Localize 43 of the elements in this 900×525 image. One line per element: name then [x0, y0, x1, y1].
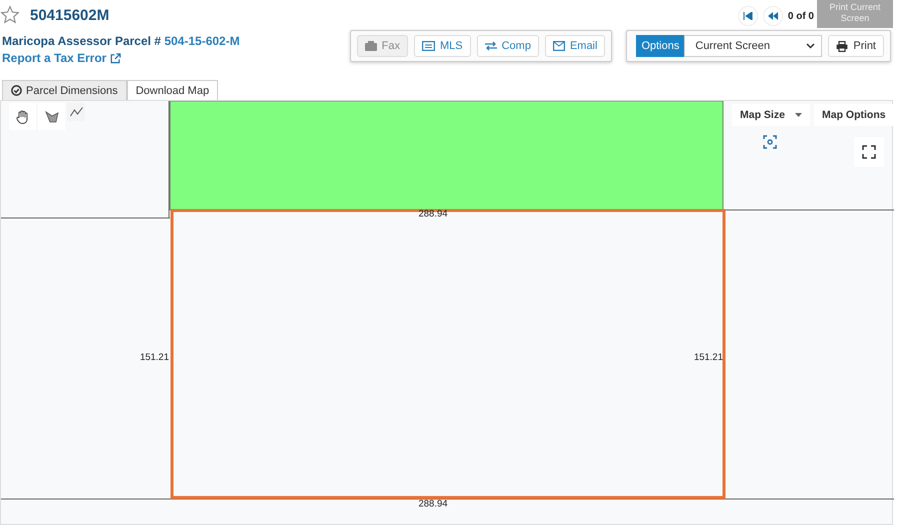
- pan-tool-button[interactable]: [9, 103, 36, 130]
- map[interactable]: 288.94 288.94 151.21 151.21 Map Size Map Options: [0, 100, 893, 525]
- previous-page-button[interactable]: [762, 6, 783, 26]
- tooltip: Print Current Screen: [817, 0, 893, 28]
- polygon-icon: [44, 110, 58, 122]
- dimension-label: 151.21: [694, 352, 723, 363]
- card-icon: [422, 41, 435, 51]
- external-link-icon: [110, 52, 122, 64]
- line-tool-button[interactable]: [67, 103, 85, 121]
- map-size-dropdown[interactable]: Map Size: [732, 104, 810, 126]
- swap-icon: [484, 41, 497, 51]
- mail-icon: [552, 41, 565, 51]
- parcel-number: 504-15-602-M: [164, 34, 240, 48]
- dimension-label: 288.94: [418, 208, 448, 220]
- print-button[interactable]: Print: [828, 35, 884, 57]
- rewind-icon: [768, 12, 778, 20]
- hand-icon: [16, 110, 29, 124]
- printer-icon: [836, 40, 848, 52]
- fullscreen-icon: [862, 145, 876, 159]
- parcel-title: 50415602M: [30, 6, 110, 24]
- email-button[interactable]: Email: [544, 35, 606, 57]
- star-icon[interactable]: [0, 5, 20, 25]
- tab[interactable]: Download Map: [126, 80, 218, 100]
- dimension-label: 288.94: [418, 498, 448, 510]
- chevron-down-icon: [806, 43, 816, 49]
- first-page-button[interactable]: [738, 6, 758, 26]
- line-chart-icon: [70, 107, 82, 117]
- report-link[interactable]: Report a Tax Error: [2, 51, 122, 65]
- screen-select[interactable]: Current Screen: [684, 35, 822, 57]
- check-circle-icon: [11, 85, 22, 96]
- dimension-label: 151.21: [140, 352, 169, 363]
- parcel-label: Maricopa Assessor Parcel #: [2, 34, 161, 48]
- tab[interactable]: Parcel Dimensions: [2, 80, 127, 100]
- polygon-tool-button[interactable]: [38, 103, 65, 130]
- mls-button[interactable]: MLS: [414, 35, 471, 57]
- map-options-button[interactable]: Map Options: [814, 104, 894, 126]
- caret-icon: [794, 113, 802, 117]
- comp-button[interactable]: Comp: [476, 35, 539, 57]
- page-count: 0 of 0: [788, 10, 814, 22]
- fullscreen-button[interactable]: [854, 137, 884, 167]
- first-page-icon: [742, 12, 753, 20]
- locate-icon[interactable]: [763, 135, 777, 149]
- options-label: Options: [636, 35, 684, 57]
